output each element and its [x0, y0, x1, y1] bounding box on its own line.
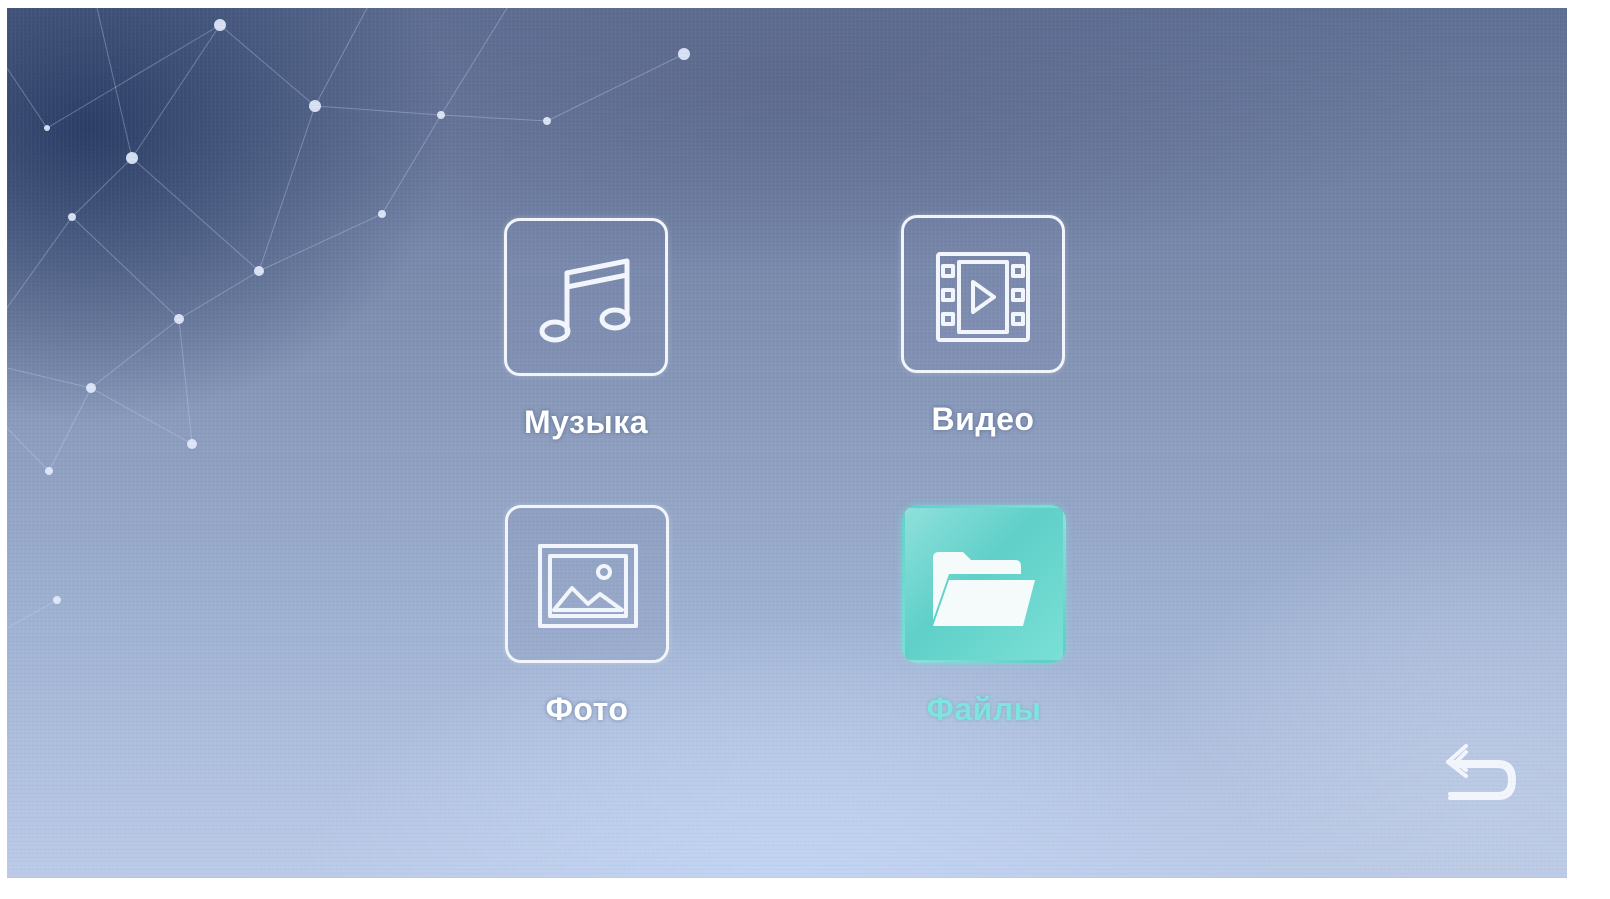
files-label: Файлы — [926, 691, 1042, 727]
folder-icon — [933, 552, 1035, 626]
music-note-icon — [539, 258, 631, 343]
video-label: Видео — [931, 401, 1035, 437]
media-screen: Музыка Видео Фото Файлы — [7, 8, 1567, 878]
picture-icon — [538, 544, 638, 628]
files-tile-frame[interactable] — [902, 505, 1066, 663]
photo-tile-frame[interactable] — [505, 505, 669, 663]
music-label: Музыка — [523, 404, 649, 440]
film-icon — [936, 252, 1030, 342]
video-tile-frame[interactable] — [901, 215, 1065, 373]
screen-texture — [7, 8, 1567, 878]
photo-label: Фото — [545, 691, 629, 727]
back-button[interactable] — [1440, 738, 1520, 808]
back-arrow-icon — [1446, 744, 1516, 800]
music-tile-frame[interactable] — [504, 218, 668, 376]
